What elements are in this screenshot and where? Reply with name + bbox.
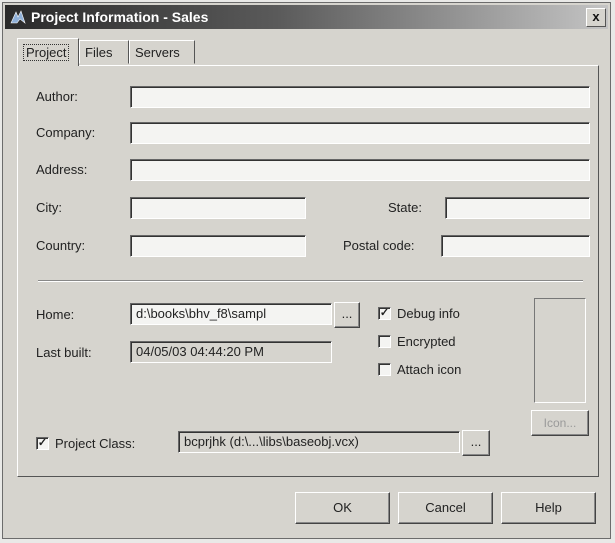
company-field[interactable] bbox=[130, 122, 590, 144]
project-class-browse-button[interactable]: ... bbox=[462, 430, 490, 456]
state-label: State: bbox=[388, 200, 422, 215]
last-built-label: Last built: bbox=[36, 345, 92, 360]
project-information-dialog: Project Information - Sales x Project Fi… bbox=[2, 2, 611, 539]
checkbox-box bbox=[378, 363, 391, 376]
tab-project[interactable]: Project bbox=[17, 38, 79, 66]
debug-info-checkbox[interactable]: ✓ Debug info bbox=[378, 306, 460, 321]
app-icon bbox=[10, 10, 26, 24]
company-label: Company: bbox=[36, 125, 96, 140]
window-title: Project Information - Sales bbox=[31, 9, 209, 25]
address-field[interactable] bbox=[130, 159, 590, 181]
ok-button[interactable]: OK bbox=[295, 492, 390, 524]
checkbox-box bbox=[378, 335, 391, 348]
home-field[interactable]: d:\books\bhv_f8\sampl bbox=[130, 303, 332, 325]
home-label: Home: bbox=[36, 307, 75, 322]
state-field[interactable] bbox=[445, 197, 590, 219]
cancel-button[interactable]: Cancel bbox=[398, 492, 493, 524]
city-label: City: bbox=[36, 200, 62, 215]
separator bbox=[38, 280, 583, 282]
postal-code-field[interactable] bbox=[441, 235, 590, 257]
country-label: Country: bbox=[36, 238, 86, 253]
close-icon: x bbox=[592, 9, 600, 24]
project-class-checkbox[interactable]: ✓ Project Class: bbox=[36, 436, 135, 451]
last-built-value: 04/05/03 04:44:20 PM bbox=[130, 341, 332, 363]
icon-button[interactable]: Icon... bbox=[531, 410, 589, 436]
checkmark-icon: ✓ bbox=[378, 307, 391, 320]
city-field[interactable] bbox=[130, 197, 306, 219]
author-field[interactable] bbox=[130, 86, 590, 108]
project-class-value: bcprjhk (d:\...\libs\baseobj.vcx) bbox=[178, 431, 460, 453]
author-label: Author: bbox=[36, 89, 78, 104]
title-bar: Project Information - Sales x bbox=[5, 5, 608, 29]
attach-icon-checkbox[interactable]: Attach icon bbox=[378, 362, 461, 377]
tab-files[interactable]: Files bbox=[79, 40, 129, 64]
home-browse-button[interactable]: ... bbox=[334, 302, 360, 328]
close-button[interactable]: x bbox=[586, 8, 606, 27]
address-label: Address: bbox=[36, 162, 88, 177]
encrypted-checkbox[interactable]: Encrypted bbox=[378, 334, 456, 349]
checkmark-icon: ✓ bbox=[36, 437, 49, 450]
tab-servers[interactable]: Servers bbox=[129, 40, 195, 64]
country-field[interactable] bbox=[130, 235, 306, 257]
help-button[interactable]: Help bbox=[501, 492, 596, 524]
project-tab-panel: Author: Company: Address: City: State: C… bbox=[17, 65, 599, 477]
icon-preview-area bbox=[534, 298, 586, 403]
postal-code-label: Postal code: bbox=[343, 238, 415, 253]
